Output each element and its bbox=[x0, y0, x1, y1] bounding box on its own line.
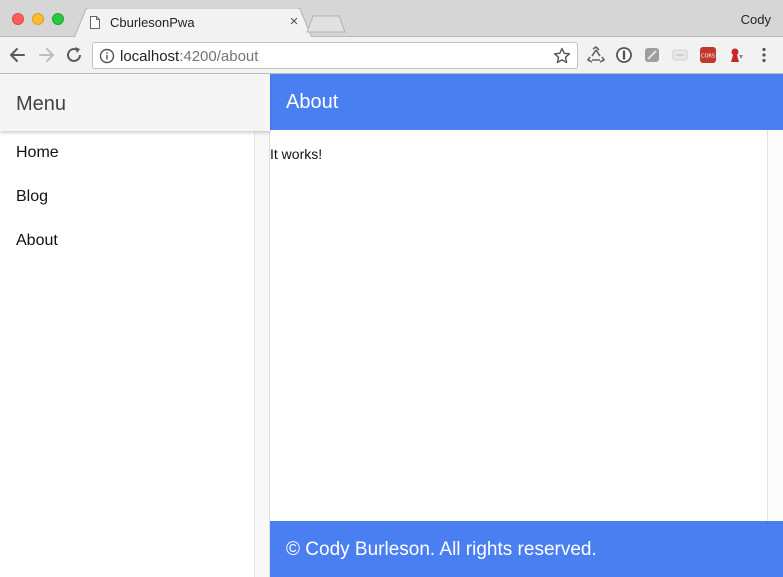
recycle-icon[interactable] bbox=[587, 46, 605, 64]
back-arrow-icon[interactable] bbox=[8, 45, 28, 65]
app-toolbar: About bbox=[270, 74, 783, 130]
footer: © Cody Burleson. All rights reserved. bbox=[270, 521, 783, 577]
browser-tab-strip: CburlesonPwa × Cody bbox=[0, 0, 783, 38]
side-nav: Menu Home Blog About bbox=[0, 74, 270, 577]
extension-red-icon[interactable] bbox=[727, 46, 745, 64]
content-scrollbar[interactable] bbox=[767, 130, 783, 521]
kebab-menu-icon[interactable] bbox=[755, 46, 773, 64]
info-icon[interactable] bbox=[99, 48, 115, 64]
menu-title: Menu bbox=[16, 93, 67, 115]
content-area: It works! bbox=[270, 130, 767, 521]
extension-icon[interactable] bbox=[643, 46, 661, 64]
minimize-window-button[interactable] bbox=[32, 13, 44, 25]
footer-text: © Cody Burleson. All rights reserved. bbox=[286, 539, 597, 560]
profile-name[interactable]: Cody bbox=[741, 12, 771, 27]
nav-item-home[interactable]: Home bbox=[0, 131, 254, 175]
zoom-window-button[interactable] bbox=[52, 13, 64, 25]
tab-title: CburlesonPwa bbox=[110, 15, 195, 30]
address-bar[interactable]: localhost:4200/about bbox=[92, 42, 578, 69]
side-nav-scrollbar[interactable] bbox=[254, 131, 270, 577]
close-window-button[interactable] bbox=[12, 13, 24, 25]
new-tab-button[interactable] bbox=[306, 15, 346, 33]
url-path: :4200/about bbox=[179, 48, 259, 65]
url-text[interactable]: localhost:4200/about bbox=[120, 48, 258, 65]
forward-arrow-icon[interactable] bbox=[36, 45, 56, 65]
reload-icon[interactable] bbox=[64, 45, 84, 65]
nav-item-about[interactable]: About bbox=[0, 219, 254, 263]
content-text: It works! bbox=[270, 146, 323, 162]
cast-icon[interactable] bbox=[671, 46, 689, 64]
browser-toolbar: localhost:4200/about CORS bbox=[0, 37, 783, 74]
nav-list: Home Blog About bbox=[0, 131, 254, 263]
onepassword-icon[interactable] bbox=[615, 46, 633, 64]
url-host: localhost bbox=[120, 48, 180, 65]
web-page: Menu Home Blog About About It works! © C… bbox=[0, 74, 783, 577]
star-icon[interactable] bbox=[553, 47, 571, 65]
nav-item-blog[interactable]: Blog bbox=[0, 175, 254, 219]
side-nav-header: Menu bbox=[0, 74, 270, 131]
tab-close-icon[interactable]: × bbox=[287, 14, 301, 30]
browser-tab-active[interactable]: CburlesonPwa × bbox=[74, 8, 312, 38]
page-title: About bbox=[286, 91, 339, 113]
cors-icon[interactable]: CORS bbox=[699, 46, 717, 64]
main-area: About It works! © Cody Burleson. All rig… bbox=[270, 74, 783, 577]
document-icon bbox=[90, 16, 100, 29]
svg-text:CORS: CORS bbox=[701, 54, 715, 60]
